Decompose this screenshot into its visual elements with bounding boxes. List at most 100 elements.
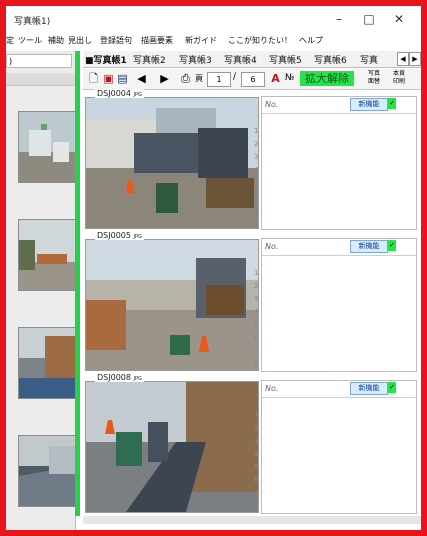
no-label: No. [265, 242, 279, 251]
page-separator: / [233, 72, 237, 82]
line-number: 2 [254, 282, 259, 290]
check-toggle[interactable]: ✓ [388, 382, 396, 393]
tab-photo-album[interactable]: 写真 [360, 53, 378, 66]
line-number: 2 [254, 424, 259, 432]
line-number: 5 [254, 463, 259, 471]
photo-swap-button[interactable]: 写真 面替 [368, 70, 380, 86]
zoom-reset-button[interactable]: 拡大解除 [300, 71, 354, 86]
save-red-icon[interactable]: ▣ [102, 72, 115, 85]
photo-label: DSJ0005 JPG [95, 231, 144, 240]
line-number: 6 [254, 476, 259, 484]
menu-item[interactable]: 見出し [68, 35, 92, 46]
line-number: 7 [254, 205, 259, 213]
page-print-button[interactable]: 本頁 印刷 [393, 70, 405, 86]
toolbar: 🗋 ▣ ▤ ◀ ▶ ⎙ 頁 1 / 6 A № 拡大解除 写真 面替 本頁 印刷 [83, 69, 421, 90]
no-label: No. [265, 100, 279, 109]
font-a-icon[interactable]: A [269, 72, 282, 85]
photo-frame[interactable] [85, 239, 259, 371]
photo-frame[interactable] [85, 381, 259, 513]
tab-photo-album[interactable]: 写真帳6 [314, 53, 347, 66]
page-print-line1: 本頁 [393, 70, 406, 77]
menu-item[interactable]: ヘルプ [299, 35, 323, 46]
close-button[interactable]: ✕ [384, 9, 414, 29]
photo-type: JPG [133, 376, 142, 382]
line-number: 8 [254, 502, 259, 510]
thumbnail-1[interactable] [18, 111, 76, 183]
check-toggle[interactable]: ✓ [388, 240, 396, 251]
photo-swap-line2: 面替 [368, 78, 381, 85]
thumbnail-2[interactable] [18, 219, 76, 291]
line-number: 3 [254, 437, 259, 445]
tab-next-button[interactable]: ▶ [409, 52, 421, 66]
photo-frame[interactable] [85, 97, 259, 229]
window-title: 写真帳1) [14, 17, 51, 27]
tab-photo-album[interactable]: ■写真帳1 [85, 53, 127, 66]
tab-photo-album[interactable]: 写真帳4 [224, 53, 257, 66]
photo-album-tabs: ◀ ▶ ■写真帳1 写真帳2 写真帳3 写真帳4 写真帳5 写真帳6 写真 [83, 51, 421, 68]
line-number: 6 [254, 192, 259, 200]
page-print-line2: 印刷 [393, 78, 406, 85]
construction-photo-2 [86, 240, 258, 370]
memo-box[interactable]: No. 新機能 ✓ 1 2 3 4 5 6 7 8 [254, 96, 417, 230]
thumbnail-panel[interactable]: ) [6, 51, 76, 530]
line-number: 1 [254, 269, 259, 277]
new-doc-icon[interactable]: 🗋 [87, 72, 100, 85]
maximize-button[interactable]: □ [354, 9, 384, 29]
line-number: 1 [254, 411, 259, 419]
tab-photo-album[interactable]: 写真帳3 [179, 53, 212, 66]
thumbnail-3[interactable] [18, 327, 76, 399]
line-number: 8 [254, 360, 259, 368]
line-number: 7 [254, 489, 259, 497]
minimize-button[interactable]: – [324, 9, 354, 29]
page-total-field: 6 [241, 72, 265, 87]
line-number: 6 [254, 334, 259, 342]
new-feature-button[interactable]: 新機能 [350, 240, 388, 253]
new-feature-button[interactable]: 新機能 [350, 98, 388, 111]
line-numbers: 1 2 3 4 5 6 7 8 [254, 269, 262, 373]
menu-item[interactable]: 新ガイド [185, 35, 217, 46]
tab-photo-album[interactable]: 写真帳2 [133, 53, 166, 66]
menu-item[interactable]: 補助 [48, 35, 64, 46]
memo-divider [262, 255, 416, 256]
memo-box[interactable]: No. 新機能 ✓ 1 2 3 4 5 6 7 8 [254, 238, 417, 372]
line-number: 4 [254, 308, 259, 316]
folder-field[interactable]: ) [6, 54, 72, 68]
photo-swap-line1: 写真 [368, 70, 381, 77]
photo-type: JPG [133, 234, 142, 240]
photo-label: DSJ0008 JPG [95, 373, 144, 382]
prev-page-icon[interactable]: ◀ [135, 72, 148, 85]
new-feature-button[interactable]: 新機能 [350, 382, 388, 395]
horizontal-scrollbar[interactable] [83, 516, 421, 524]
menu-item[interactable]: ここが知りたい！ [228, 35, 292, 46]
line-number: 2 [254, 140, 259, 148]
line-number: 1 [254, 127, 259, 135]
tab-prev-button[interactable]: ◀ [397, 52, 409, 66]
line-number: 4 [254, 166, 259, 174]
menu-item[interactable]: 登録語句 [100, 35, 132, 46]
memo-divider [262, 113, 416, 114]
photo-id: DSJ0004 [97, 89, 131, 98]
thumbnail-image [19, 220, 75, 290]
save-icon[interactable]: ▤ [116, 72, 129, 85]
menu-item[interactable]: 定 [6, 35, 14, 46]
panel-divider [6, 73, 75, 86]
line-number: 8 [254, 218, 259, 226]
page-current-field[interactable]: 1 [207, 72, 231, 87]
thumbnail-4[interactable] [18, 435, 76, 507]
check-toggle[interactable]: ✓ [388, 98, 396, 109]
line-numbers: 1 2 3 4 5 6 7 8 [254, 411, 262, 515]
photo-id: DSJ0005 [97, 231, 131, 240]
menu-item[interactable]: 描画要素 [141, 35, 173, 46]
tab-photo-album[interactable]: 写真帳5 [269, 53, 302, 66]
next-page-icon[interactable]: ▶ [158, 72, 171, 85]
number-icon[interactable]: № [283, 72, 296, 85]
line-number: 7 [254, 347, 259, 355]
construction-photo-3 [86, 382, 258, 512]
thumbnail-image [19, 328, 75, 398]
title-bar: 写真帳1) – □ ✕ [6, 6, 421, 32]
thumbnail-image [19, 436, 75, 506]
line-number: 4 [254, 450, 259, 458]
memo-box[interactable]: No. 新機能 ✓ 1 2 3 4 5 6 7 8 [254, 380, 417, 514]
print-icon[interactable]: ⎙ [179, 72, 192, 85]
menu-item[interactable]: ツール [18, 35, 42, 46]
